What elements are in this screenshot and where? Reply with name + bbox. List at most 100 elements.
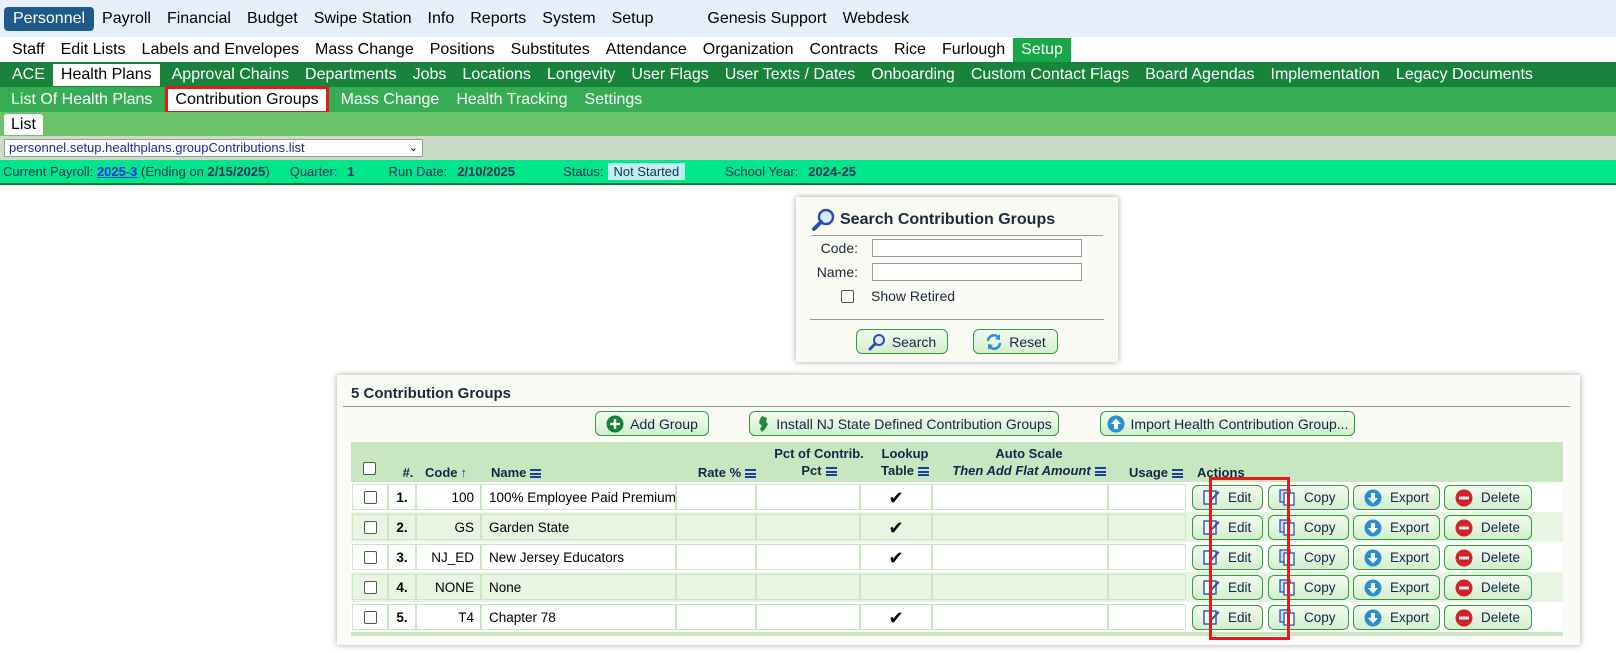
col-auto-scale[interactable]: Auto Scale Then Add Flat Amount <box>941 445 1117 479</box>
row-checkbox[interactable] <box>364 581 377 594</box>
delete-button[interactable]: Delete <box>1444 515 1532 540</box>
edit-button[interactable]: Edit <box>1192 575 1263 600</box>
col-rate[interactable]: Rate % <box>687 464 767 481</box>
row-checkbox[interactable] <box>364 551 377 564</box>
nav2-setup[interactable]: Setup <box>1013 38 1071 62</box>
search-button[interactable]: Search <box>856 329 948 354</box>
nav3-departments[interactable]: Departments <box>297 64 405 86</box>
nav4-list-of-health-plans[interactable]: List Of Health Plans <box>4 89 159 111</box>
nav4-health-tracking[interactable]: Health Tracking <box>449 89 574 111</box>
copy-label: Copy <box>1304 520 1336 535</box>
copy-button[interactable]: Copy <box>1268 575 1349 600</box>
nav4-contribution-groups[interactable]: Contribution Groups <box>168 89 325 111</box>
nav2-labels[interactable]: Labels and Envelopes <box>134 38 307 62</box>
row-code: T4 <box>416 604 481 630</box>
col-usage[interactable]: Usage <box>1117 464 1195 481</box>
nav2-organization[interactable]: Organization <box>695 38 802 62</box>
nav2-furlough[interactable]: Furlough <box>934 38 1013 62</box>
page-path-value: personnel.setup.healthplans.groupContrib… <box>9 140 305 155</box>
select-all-checkbox[interactable] <box>363 462 376 475</box>
export-button[interactable]: Export <box>1353 515 1440 540</box>
export-button[interactable]: Export <box>1353 575 1440 600</box>
nav2-edit-lists[interactable]: Edit Lists <box>53 38 134 62</box>
copy-button[interactable]: Copy <box>1268 485 1349 510</box>
quarter-label: Quarter: <box>290 164 338 179</box>
edit-button[interactable]: Edit <box>1192 485 1263 510</box>
edit-button[interactable]: Edit <box>1192 605 1263 630</box>
row-pct <box>756 574 860 600</box>
row-checkbox[interactable] <box>364 611 377 624</box>
nav3-health-plans[interactable]: Health Plans <box>53 64 160 86</box>
nav3-ace[interactable]: ACE <box>4 64 53 86</box>
row-num: 1. <box>388 484 416 510</box>
delete-label: Delete <box>1481 520 1520 535</box>
download-icon <box>1364 519 1382 537</box>
export-button[interactable]: Export <box>1353 605 1440 630</box>
delete-button[interactable]: Delete <box>1444 605 1532 630</box>
nav2-positions[interactable]: Positions <box>422 38 503 62</box>
nav2-rice[interactable]: Rice <box>886 38 934 62</box>
name-input[interactable] <box>872 263 1082 281</box>
nav-payroll[interactable]: Payroll <box>94 7 159 31</box>
copy-button[interactable]: Copy <box>1268 605 1349 630</box>
nav-webdesk[interactable]: Webdesk <box>835 7 917 31</box>
nav-budget[interactable]: Budget <box>239 7 306 31</box>
run-date-label: Run Date: <box>389 164 448 179</box>
reset-button[interactable]: Reset <box>973 329 1058 354</box>
nav3-approval-chains[interactable]: Approval Chains <box>164 64 297 86</box>
nav3-custom-contact-flags[interactable]: Custom Contact Flags <box>963 64 1137 86</box>
export-button[interactable]: Export <box>1353 545 1440 570</box>
nav3-jobs[interactable]: Jobs <box>405 64 455 86</box>
delete-button[interactable]: Delete <box>1444 485 1532 510</box>
nav3-locations[interactable]: Locations <box>454 64 539 86</box>
copy-button[interactable]: Copy <box>1268 515 1349 540</box>
nav-swipe-station[interactable]: Swipe Station <box>306 7 420 31</box>
col-pct[interactable]: Pct of Contrib. Pct <box>769 445 869 479</box>
nav2-substitutes[interactable]: Substitutes <box>503 38 598 62</box>
copy-button[interactable]: Copy <box>1268 545 1349 570</box>
nav-setup[interactable]: Setup <box>604 7 662 31</box>
nav-system[interactable]: System <box>534 7 603 31</box>
edit-button[interactable]: Edit <box>1192 515 1263 540</box>
nav-reports[interactable]: Reports <box>462 7 534 31</box>
nav3-board-agendas[interactable]: Board Agendas <box>1137 64 1262 86</box>
col-code[interactable]: Code↑ <box>425 464 495 481</box>
current-payroll-link[interactable]: 2025-3 <box>97 164 137 179</box>
nav3-onboarding[interactable]: Onboarding <box>863 64 963 86</box>
download-icon <box>1364 489 1382 507</box>
nav3-user-texts-dates[interactable]: User Texts / Dates <box>717 64 863 86</box>
groups-divider-right <box>1517 406 1570 407</box>
nav-genesis-support[interactable]: Genesis Support <box>699 7 834 31</box>
delete-icon <box>1455 609 1473 627</box>
nav2-contracts[interactable]: Contracts <box>801 38 885 62</box>
search-panel-title: Search Contribution Groups <box>811 207 1103 236</box>
show-retired-checkbox[interactable] <box>841 290 854 303</box>
nav-financial[interactable]: Financial <box>159 7 239 31</box>
row-checkbox[interactable] <box>364 491 377 504</box>
import-button[interactable]: Import Health Contribution Group... <box>1100 411 1355 436</box>
col-lookup[interactable]: Lookup Table <box>869 445 941 479</box>
nav4-mass-change[interactable]: Mass Change <box>334 89 447 111</box>
nav2-mass-change[interactable]: Mass Change <box>307 38 422 62</box>
nav2-attendance[interactable]: Attendance <box>598 38 695 62</box>
nav4-settings[interactable]: Settings <box>577 89 649 111</box>
col-name[interactable]: Name <box>491 464 571 481</box>
nav2-staff[interactable]: Staff <box>4 38 53 62</box>
add-group-button[interactable]: Add Group <box>595 411 709 436</box>
nav3-user-flags[interactable]: User Flags <box>623 64 716 86</box>
nav5-list[interactable]: List <box>4 114 43 135</box>
nav-info[interactable]: Info <box>420 7 463 31</box>
row-checkbox[interactable] <box>364 521 377 534</box>
edit-button[interactable]: Edit <box>1192 545 1263 570</box>
install-nj-button[interactable]: Install NJ State Defined Contribution Gr… <box>749 411 1059 436</box>
delete-button[interactable]: Delete <box>1444 545 1532 570</box>
export-button[interactable]: Export <box>1353 485 1440 510</box>
nav3-legacy-documents[interactable]: Legacy Documents <box>1388 64 1541 86</box>
nav3-implementation[interactable]: Implementation <box>1263 64 1388 86</box>
col-auto-line2: Then Add Flat Amount <box>952 463 1090 478</box>
delete-button[interactable]: Delete <box>1444 575 1532 600</box>
page-path-select[interactable]: personnel.setup.healthplans.groupContrib… <box>4 139 423 157</box>
nav-personnel[interactable]: Personnel <box>4 7 94 31</box>
code-input[interactable] <box>872 239 1082 257</box>
nav3-longevity[interactable]: Longevity <box>539 64 624 86</box>
